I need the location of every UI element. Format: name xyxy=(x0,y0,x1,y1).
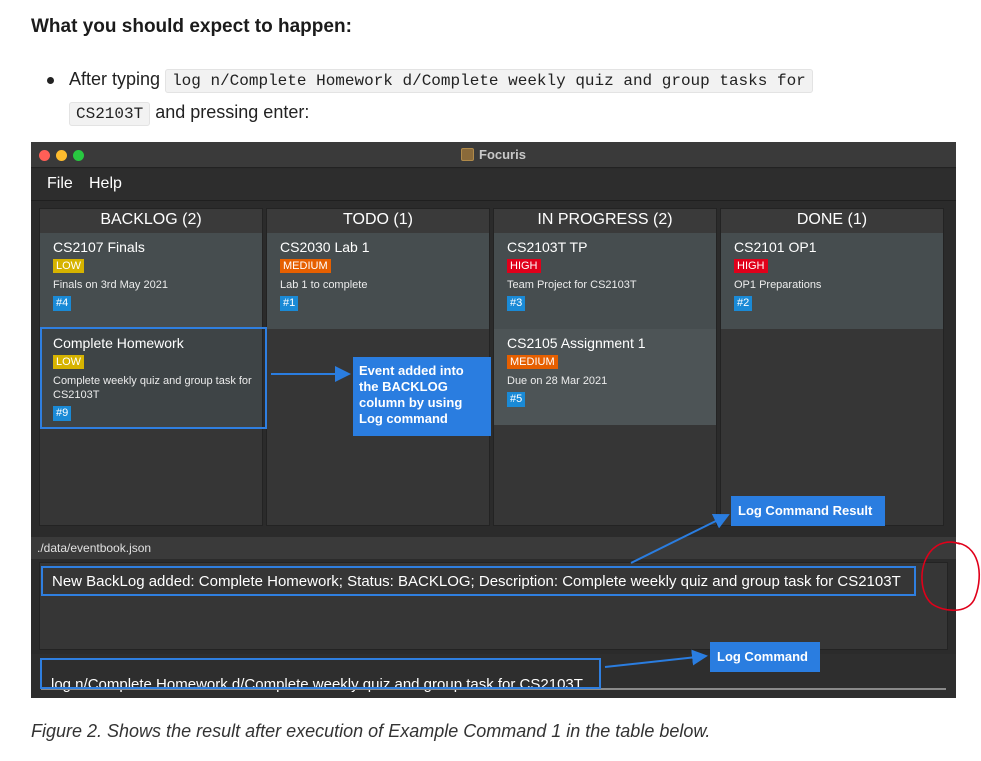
figure-caption: Figure 2. Shows the result after executi… xyxy=(31,721,711,741)
inline-code-line1: log n/Complete Homework d/Complete weekl… xyxy=(165,69,813,93)
bullet-prefix: After typing xyxy=(69,69,161,89)
bullet-dot xyxy=(47,77,54,84)
arrow-to-result xyxy=(630,514,730,564)
annotation-arrows xyxy=(271,366,730,668)
inline-code-line2: CS2103T xyxy=(69,102,151,126)
arrow-to-command xyxy=(604,649,708,668)
bullet-suffix: and pressing enter: xyxy=(155,102,310,122)
section-heading: What you should expect to happen: xyxy=(31,16,352,37)
app-window: Focuris File Help BACKLOG (2) CS2107 Fin… xyxy=(31,142,956,698)
